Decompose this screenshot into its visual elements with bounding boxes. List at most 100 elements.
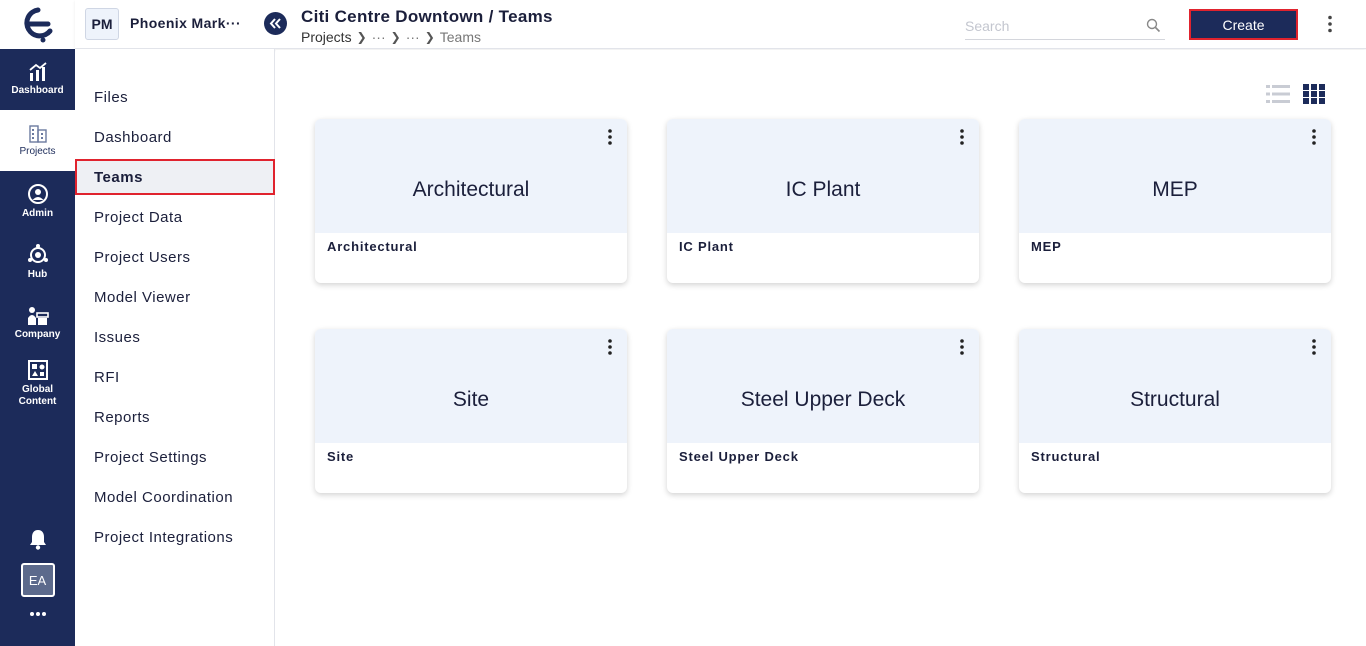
team-card[interactable]: Steel Upper Deck Steel Upper Deck bbox=[667, 329, 979, 493]
team-card-title: Structural bbox=[1130, 388, 1220, 411]
team-card-label: Architectural bbox=[327, 239, 418, 254]
subnav-item-reports[interactable]: Reports bbox=[75, 399, 275, 435]
grid-view-button[interactable] bbox=[1302, 84, 1326, 104]
rail-item-admin[interactable]: Admin bbox=[0, 171, 75, 232]
team-card-label: Structural bbox=[1031, 449, 1101, 464]
card-menu-button[interactable] bbox=[955, 127, 969, 147]
subnav-item-project-settings[interactable]: Project Settings bbox=[75, 439, 275, 475]
bell-icon bbox=[29, 530, 46, 550]
grid-view-icon bbox=[1303, 84, 1325, 104]
project-name[interactable]: Phoenix Mark··· bbox=[130, 15, 241, 31]
user-avatar[interactable]: EA bbox=[20, 563, 55, 597]
app-logo[interactable] bbox=[0, 0, 75, 49]
team-card-header: Steel Upper Deck bbox=[667, 329, 979, 443]
kebab-vertical-icon bbox=[608, 129, 612, 145]
chevron-right-icon: ❯ bbox=[356, 30, 367, 44]
chevron-right-icon: ❯ bbox=[390, 30, 401, 44]
team-card-header: Architectural bbox=[315, 119, 627, 233]
list-view-button[interactable] bbox=[1266, 84, 1290, 104]
subnav-item-teams[interactable]: Teams bbox=[75, 159, 275, 195]
subnav-item-issues[interactable]: Issues bbox=[75, 319, 275, 355]
more-horizontal-icon bbox=[29, 612, 46, 616]
subnav-item-rfi[interactable]: RFI bbox=[75, 359, 275, 395]
breadcrumb-ellipsis-1[interactable]: ··· bbox=[372, 29, 386, 45]
notifications-button[interactable] bbox=[0, 528, 75, 550]
rail-label-admin: Admin bbox=[21, 208, 54, 219]
rail-label-hub: Hub bbox=[27, 269, 48, 280]
team-card[interactable]: MEP MEP bbox=[1019, 119, 1331, 283]
rail-item-hub[interactable]: Hub bbox=[0, 232, 75, 293]
team-card-label: Site bbox=[327, 449, 355, 464]
kebab-vertical-icon bbox=[960, 339, 964, 355]
subnav-item-dashboard[interactable]: Dashboard bbox=[75, 119, 275, 155]
rail-label-global-content: Global Content bbox=[18, 383, 57, 407]
team-card-label: IC Plant bbox=[679, 239, 734, 254]
search-input[interactable] bbox=[965, 14, 1135, 38]
team-card-title: Site bbox=[452, 388, 490, 411]
top-bar: PM Phoenix Mark··· Citi Centre Downtown … bbox=[75, 0, 1366, 49]
team-card[interactable]: Site Site bbox=[315, 329, 627, 493]
team-card-label: MEP bbox=[1031, 239, 1062, 254]
search-icon[interactable] bbox=[1146, 18, 1161, 33]
rail-item-company[interactable]: Company bbox=[0, 293, 75, 354]
team-card-header: IC Plant bbox=[667, 119, 979, 233]
chevron-right-icon: ❯ bbox=[424, 30, 435, 44]
card-menu-button[interactable] bbox=[1307, 337, 1321, 357]
kebab-vertical-icon bbox=[1328, 15, 1332, 33]
breadcrumb-projects[interactable]: Projects bbox=[301, 29, 352, 45]
subnav-item-model-coordination[interactable]: Model Coordination bbox=[75, 479, 275, 515]
list-view-icon bbox=[1266, 85, 1290, 103]
breadcrumb-teams: Teams bbox=[439, 29, 481, 45]
card-menu-button[interactable] bbox=[603, 337, 617, 357]
header-more-button[interactable] bbox=[1322, 12, 1338, 36]
company-icon bbox=[27, 307, 49, 325]
team-card-header: Site bbox=[315, 329, 627, 443]
team-card-title: IC Plant bbox=[785, 178, 861, 201]
project-sidebar: Files Dashboard Teams Project Data Proje… bbox=[75, 49, 275, 646]
main-content: Architectural Architectural IC Plant IC … bbox=[276, 50, 1366, 646]
page-title: Citi Centre Downtown / Teams bbox=[301, 7, 553, 26]
global-content-icon bbox=[27, 359, 48, 380]
rail-label-company: Company bbox=[14, 329, 61, 340]
kebab-vertical-icon bbox=[1312, 129, 1316, 145]
create-button[interactable]: Create bbox=[1189, 9, 1298, 40]
team-card-title: Steel Upper Deck bbox=[740, 388, 906, 411]
more-button[interactable] bbox=[0, 606, 75, 622]
hub-icon bbox=[27, 244, 48, 263]
left-rail: Dashboard Projects Admin Hub Company Glo… bbox=[0, 0, 75, 646]
kebab-vertical-icon bbox=[1312, 339, 1316, 355]
kebab-vertical-icon bbox=[608, 339, 612, 355]
team-card-title: Architectural bbox=[412, 178, 530, 201]
breadcrumb-ellipsis-2[interactable]: ··· bbox=[406, 29, 420, 45]
subnav-item-files[interactable]: Files bbox=[75, 79, 275, 115]
team-card[interactable]: Architectural Architectural bbox=[315, 119, 627, 283]
team-card-header: Structural bbox=[1019, 329, 1331, 443]
card-menu-button[interactable] bbox=[603, 127, 617, 147]
team-card[interactable]: IC Plant IC Plant bbox=[667, 119, 979, 283]
logo-icon bbox=[23, 7, 52, 42]
rail-item-dashboard[interactable]: Dashboard bbox=[0, 49, 75, 110]
team-card-title: MEP bbox=[1152, 178, 1198, 201]
team-card[interactable]: Structural Structural bbox=[1019, 329, 1331, 493]
team-card-header: MEP bbox=[1019, 119, 1331, 233]
rail-item-projects[interactable]: Projects bbox=[0, 110, 75, 171]
double-chevron-left-icon bbox=[269, 18, 281, 29]
team-card-label: Steel Upper Deck bbox=[679, 449, 799, 464]
buildings-icon bbox=[28, 125, 47, 143]
subnav-item-project-users[interactable]: Project Users bbox=[75, 239, 275, 275]
kebab-vertical-icon bbox=[960, 129, 964, 145]
rail-label-projects: Projects bbox=[19, 146, 56, 157]
chart-icon bbox=[28, 62, 47, 81]
project-badge[interactable]: PM bbox=[85, 8, 119, 40]
subnav-item-project-data[interactable]: Project Data bbox=[75, 199, 275, 235]
card-menu-button[interactable] bbox=[955, 337, 969, 357]
rail-label-dashboard: Dashboard bbox=[11, 85, 64, 96]
card-menu-button[interactable] bbox=[1307, 127, 1321, 147]
rail-item-global-content[interactable]: Global Content bbox=[0, 354, 75, 412]
subnav-item-model-viewer[interactable]: Model Viewer bbox=[75, 279, 275, 315]
admin-icon bbox=[27, 184, 48, 204]
subnav-item-project-integrations[interactable]: Project Integrations bbox=[75, 519, 275, 555]
search-box bbox=[965, 14, 1165, 40]
breadcrumb: Projects ❯ ··· ❯ ··· ❯ Teams bbox=[301, 29, 481, 45]
collapse-sidebar-button[interactable] bbox=[264, 12, 287, 35]
